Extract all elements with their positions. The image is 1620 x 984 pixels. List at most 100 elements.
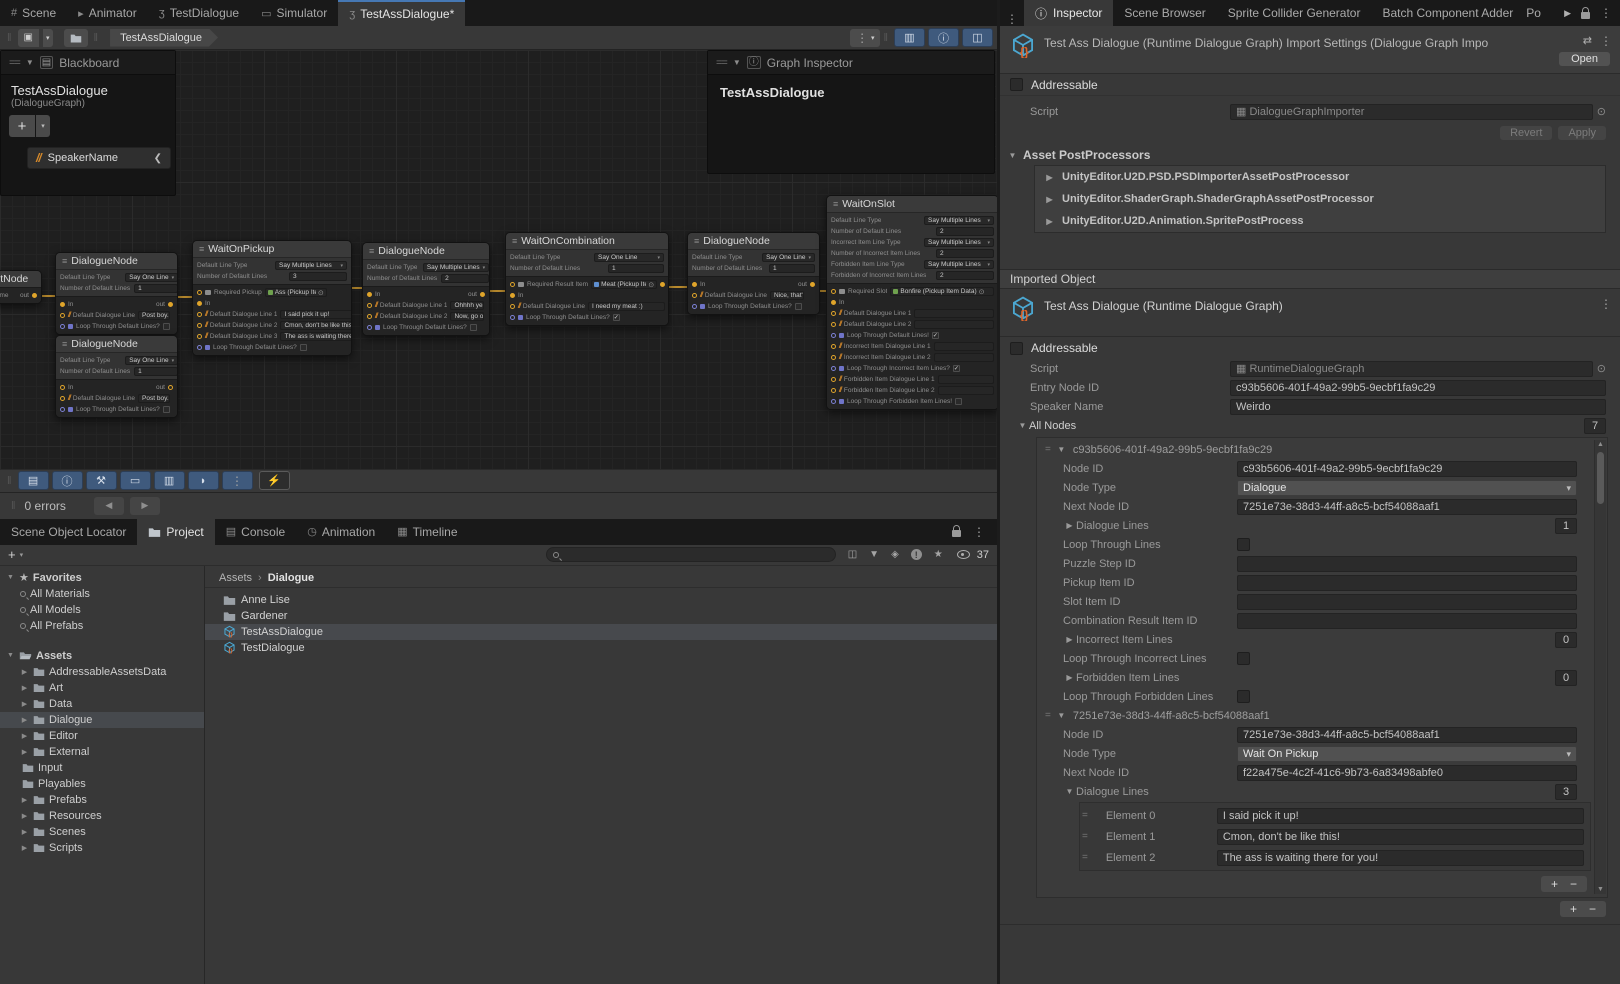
all-nodes-row[interactable]: All Nodes 7 (1000, 416, 1620, 435)
out-port[interactable] (660, 282, 665, 287)
tree-folder-input[interactable]: Input (0, 760, 204, 776)
drag-handle-icon[interactable]: = (1045, 444, 1050, 455)
object-picker-icon[interactable]: ⊙ (318, 289, 324, 297)
foldout-arrow[interactable]: ▶ (20, 684, 29, 692)
loop-checkbox[interactable] (470, 324, 477, 331)
tree-favorites-root[interactable]: ▼★Favorites (0, 570, 204, 586)
importer-warning-icon[interactable]: ! (911, 549, 922, 560)
line-field[interactable] (934, 353, 994, 362)
element-row-0[interactable]: =Element 0I said pick it up! (1082, 805, 1588, 826)
add-element-button[interactable]: + (1551, 877, 1558, 891)
presets-icon[interactable]: ⇄ (1583, 34, 1592, 48)
tree-folder-dialogue[interactable]: ▶Dialogue (0, 712, 204, 728)
more-button[interactable]: ⋮ (222, 471, 253, 490)
foldout-arrow[interactable]: ▶ (20, 812, 29, 820)
out-port[interactable] (810, 282, 815, 287)
asset-row-test-dialogue[interactable]: {}TestDialogue (205, 640, 997, 656)
element-value-field[interactable]: The ass is waiting there for you! (1217, 850, 1584, 866)
line-port[interactable] (197, 312, 202, 317)
remove-node-button[interactable]: − (1589, 902, 1596, 916)
element-value-field[interactable]: I said pick it up! (1217, 808, 1584, 824)
blackboard-panel[interactable]: == ▼ ▤ Blackboard TestAssDialogue (Dialo… (0, 50, 176, 196)
graph-canvas[interactable]: == ▼ ▤ Blackboard TestAssDialogue (Dialo… (0, 50, 997, 469)
line-field[interactable]: Now, go on, ... (450, 312, 484, 321)
required-port[interactable] (197, 290, 202, 295)
loop-through-forbidden-checkbox[interactable] (1237, 690, 1250, 703)
postprocessor-row[interactable]: UnityEditor.U2D.PSD.PSDImporterAssetPost… (1035, 166, 1605, 188)
addressable-checkbox[interactable] (1010, 78, 1023, 91)
tab-animator[interactable]: ▸Animator (67, 0, 148, 26)
forbidden-item-lines-row[interactable]: Forbidden Item Lines0 (1039, 668, 1591, 687)
count-field[interactable]: 0 (1555, 670, 1577, 686)
loop-port[interactable] (831, 333, 836, 338)
loop-port[interactable] (60, 407, 65, 412)
line-port[interactable] (831, 388, 836, 393)
line-type-dropdown[interactable]: Say Multiple Lines (423, 263, 489, 272)
search-input[interactable] (546, 547, 836, 562)
tab-inspector[interactable]: ⓘInspector (1024, 0, 1113, 26)
loop-checkbox[interactable] (953, 365, 960, 372)
required-object-field[interactable]: Ass (Pickup Item Data)⊙ (265, 288, 327, 297)
node-group-header-2[interactable]: =7251e73e-38d3-44ff-a8c5-bcf54088aaf1 (1039, 706, 1591, 725)
tab-timeline[interactable]: ▦Timeline (386, 519, 468, 545)
tab-simulator[interactable]: ▭Simulator (250, 0, 338, 26)
line-field[interactable]: I said pick it up! (280, 310, 352, 319)
line-port[interactable] (831, 311, 836, 316)
count-field[interactable]: 1 (1555, 518, 1577, 534)
foldout-arrow[interactable]: ▶ (20, 732, 29, 740)
add-property-dropdown[interactable]: ▾ (36, 115, 50, 137)
tab-scene[interactable]: #Scene (0, 0, 67, 26)
more-tabs-arrow-icon[interactable]: ▶ (1564, 8, 1571, 19)
all-nodes-count-field[interactable]: 7 (1584, 418, 1606, 434)
asset-row-test-ass-dialogue[interactable]: {}TestAssDialogue (205, 624, 997, 640)
line-field[interactable]: Post boy...W (138, 311, 170, 320)
next-error-button[interactable]: ▶ (130, 497, 160, 515)
in-port[interactable] (510, 293, 515, 298)
out-port[interactable] (168, 385, 173, 390)
tree-assets-root[interactable]: ▼Assets (0, 648, 204, 664)
tab-scene-object-locator[interactable]: Scene Object Locator (0, 519, 137, 545)
open-search-window-icon[interactable]: ◫ (848, 549, 857, 560)
line-port[interactable] (831, 322, 836, 327)
next-node-id-field[interactable]: 7251e73e-38d3-44ff-a8c5-bcf54088aaf1 (1237, 499, 1577, 515)
count-field[interactable]: 3 (289, 272, 347, 281)
foldout-arrow[interactable]: ▼ (6, 652, 15, 659)
loop-port[interactable] (197, 345, 202, 350)
object-picker-icon[interactable]: ⊙ (1597, 362, 1606, 375)
add-property-button[interactable]: + (9, 115, 35, 137)
node-id-field[interactable]: 7251e73e-38d3-44ff-a8c5-bcf54088aaf1 (1237, 727, 1577, 743)
element-row-2[interactable]: =Element 2The ass is waiting there for y… (1082, 847, 1588, 868)
required-port[interactable] (510, 282, 515, 287)
kebab-icon[interactable]: ⋮ (1600, 6, 1612, 20)
drag-handle[interactable]: ‖ (7, 475, 12, 487)
line-field[interactable]: Ohhhh yeah, (450, 301, 484, 310)
line-type-dropdown[interactable]: Say Multiple Lines (924, 260, 994, 269)
line-field[interactable]: I need my meat :) (588, 302, 665, 311)
line-port[interactable] (60, 313, 65, 318)
line-field[interactable] (914, 309, 994, 318)
foldout-arrow[interactable]: ▶ (20, 796, 29, 804)
script-field[interactable]: ▦ DialogueGraphImporter (1230, 104, 1593, 120)
combination-result-item-id-field[interactable] (1237, 613, 1577, 629)
count-field[interactable]: 2 (936, 227, 994, 236)
line-field[interactable]: Cmon, don't be like this! (280, 321, 352, 330)
incorrect-item-lines-row[interactable]: Incorrect Item Lines0 (1039, 630, 1591, 649)
blackboard-header[interactable]: == ▼ ▤ Blackboard (1, 51, 175, 75)
notes-button[interactable]: ▤ (18, 471, 49, 490)
line-field[interactable] (938, 386, 994, 395)
line-type-dropdown[interactable]: Say One Line (594, 253, 664, 262)
collapse-arrow-icon[interactable]: ▼ (26, 58, 34, 67)
drag-handle[interactable]: ‖ (7, 32, 12, 44)
dialogue-lines-row[interactable]: Dialogue Lines3 (1039, 782, 1591, 801)
revert-button[interactable]: Revert (1500, 126, 1552, 140)
count-field[interactable]: 1 (769, 264, 815, 273)
scroll-up-arrow-icon[interactable]: ▲ (1595, 441, 1606, 448)
tree-folder-scenes[interactable]: ▶Scenes (0, 824, 204, 840)
breadcrumb-root[interactable]: Assets (219, 572, 252, 584)
count-field[interactable]: 2 (441, 274, 489, 283)
loop-port[interactable] (831, 399, 836, 404)
line-port[interactable] (197, 323, 202, 328)
tools-button[interactable]: ⚒ (86, 471, 117, 490)
graph-inspector-panel[interactable]: == ▼ ⓘ Graph Inspector TestAssDialogue (707, 50, 995, 174)
line-port[interactable] (692, 293, 697, 298)
